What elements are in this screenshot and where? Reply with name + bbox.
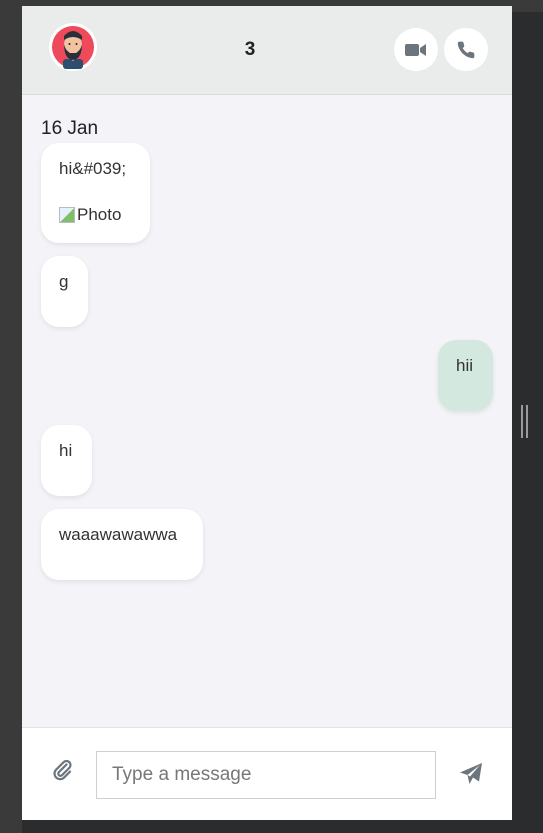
message-bubble: hi bbox=[41, 425, 92, 496]
message-text: waaawawawwa bbox=[59, 525, 178, 544]
voice-call-button[interactable] bbox=[444, 28, 488, 71]
image-alt-text: Photo bbox=[77, 205, 122, 224]
message-text: hii bbox=[456, 356, 474, 375]
phone-icon bbox=[457, 41, 475, 58]
message-bubble: waaawawawwa bbox=[41, 509, 203, 580]
message-bubble-outgoing: hii bbox=[438, 340, 493, 411]
message-text: hi bbox=[59, 441, 73, 460]
chat-header: 3 bbox=[22, 6, 512, 95]
video-call-button[interactable] bbox=[394, 28, 438, 71]
attach-button[interactable] bbox=[50, 758, 76, 784]
send-icon bbox=[460, 763, 482, 784]
resize-handle[interactable] bbox=[521, 405, 528, 438]
date-separator: 16 Jan bbox=[41, 118, 99, 139]
paperclip-icon bbox=[53, 759, 72, 781]
broken-image-icon bbox=[59, 207, 75, 223]
video-camera-icon bbox=[405, 43, 426, 56]
message-image[interactable]: Photo bbox=[59, 205, 132, 225]
message-composer bbox=[22, 727, 512, 820]
message-text: g bbox=[59, 272, 69, 291]
message-bubble: hi&#039; Photo bbox=[41, 143, 150, 243]
send-button[interactable] bbox=[459, 762, 483, 786]
message-text: hi&#039; bbox=[59, 159, 127, 178]
window-bottom-edge bbox=[22, 820, 512, 833]
chat-window: 3 16 Jan hi&#039; Photo g hii hi waaawaw… bbox=[22, 6, 512, 820]
message-input[interactable] bbox=[96, 751, 436, 799]
message-bubble: g bbox=[41, 256, 88, 327]
